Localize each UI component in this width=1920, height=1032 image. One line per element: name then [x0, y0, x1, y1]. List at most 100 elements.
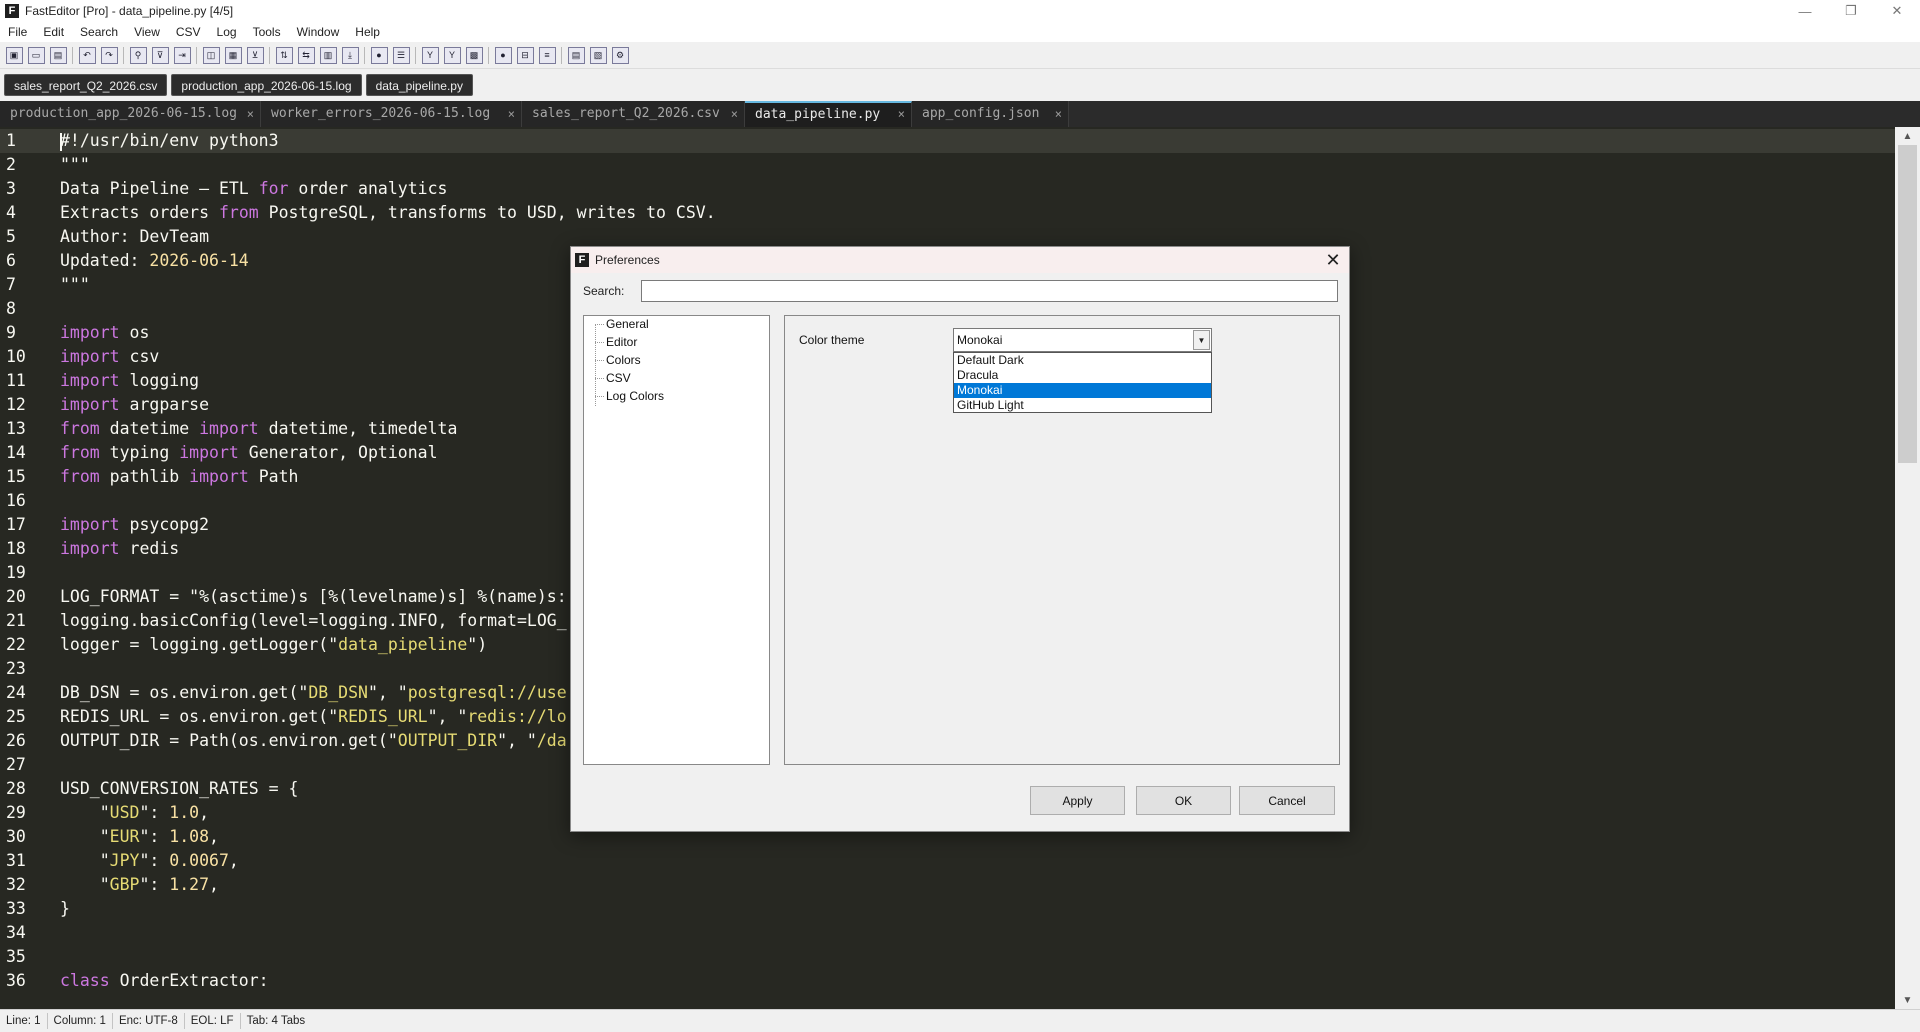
line-number: 23: [6, 659, 26, 678]
open-file-icon[interactable]: ▭: [27, 46, 45, 64]
compare-icon[interactable]: ▩: [465, 46, 483, 64]
close-window-button[interactable]: ✕: [1874, 0, 1920, 22]
table-icon[interactable]: ▦: [224, 46, 242, 64]
option-default-dark[interactable]: Default Dark: [954, 353, 1211, 368]
tree-item-colors[interactable]: Colors: [606, 352, 641, 368]
tab-production-log[interactable]: production_app_2026-06-15.log ×: [0, 101, 261, 127]
code-text: import logging: [60, 369, 199, 393]
code-token: """: [60, 275, 90, 294]
menu-tools[interactable]: Tools: [245, 22, 289, 42]
find-icon[interactable]: ⚲: [129, 46, 147, 64]
scroll-thumb[interactable]: [1898, 145, 1917, 463]
tab-close-icon[interactable]: ×: [1055, 101, 1062, 127]
split-view-icon[interactable]: ▥: [319, 46, 337, 64]
new-file-icon[interactable]: ▣: [5, 46, 23, 64]
tab-close-icon[interactable]: ×: [247, 101, 254, 127]
menu-csv[interactable]: CSV: [168, 22, 209, 42]
line-number: 19: [6, 563, 26, 582]
tree-item-editor[interactable]: Editor: [606, 334, 637, 350]
vertical-scrollbar[interactable]: ▲ ▼: [1895, 127, 1920, 1009]
tree-item-general[interactable]: General: [606, 316, 649, 332]
code-line[interactable]: 1 #!/usr/bin/env python3: [0, 129, 1895, 153]
menu-window[interactable]: Window: [289, 22, 348, 42]
menu-view[interactable]: View: [126, 22, 168, 42]
code-token: 2026-06-14: [149, 251, 249, 270]
color-theme-select[interactable]: Monokai ▼: [953, 328, 1212, 352]
menu-search[interactable]: Search: [72, 22, 126, 42]
tab-data-pipeline-py[interactable]: data_pipeline.py ×: [745, 101, 912, 127]
download-icon[interactable]: ⤓: [341, 46, 359, 64]
code-line[interactable]: 34: [0, 921, 1895, 945]
code-token: logging.basicConfig(level=logging.INFO, …: [60, 611, 567, 630]
code-text: #!/usr/bin/env python3: [60, 129, 279, 153]
record-icon[interactable]: ●: [370, 46, 388, 64]
tab-close-icon[interactable]: ×: [508, 101, 515, 127]
scroll-down-icon[interactable]: ▼: [1900, 993, 1915, 1007]
panel-icon[interactable]: ▤: [567, 46, 585, 64]
toolbar-separator: [123, 46, 124, 64]
option-github-light[interactable]: GitHub Light: [954, 398, 1211, 413]
sort-icon[interactable]: ⇅: [275, 46, 293, 64]
minimize-button[interactable]: —: [1782, 0, 1828, 22]
option-dracula[interactable]: Dracula: [954, 368, 1211, 383]
tree-item-csv[interactable]: CSV: [606, 370, 631, 386]
code-text: REDIS_URL = os.environ.get("REDIS_URL", …: [60, 705, 567, 729]
tab-close-icon[interactable]: ×: [731, 101, 738, 127]
tab-close-icon[interactable]: ×: [898, 103, 905, 126]
option-monokai[interactable]: Monokai: [954, 383, 1211, 398]
code-line[interactable]: 3 Data Pipeline — ETL for order analytics: [0, 177, 1895, 201]
wrap-icon[interactable]: ⇆: [297, 46, 315, 64]
log-filter-icon[interactable]: Y: [421, 46, 439, 64]
layout-icon[interactable]: ▧: [589, 46, 607, 64]
open-file-button[interactable]: production_app_2026-06-15.log: [171, 74, 362, 96]
tab-app-config-json[interactable]: app_config.json ×: [912, 101, 1069, 127]
cancel-button[interactable]: Cancel: [1239, 786, 1335, 815]
window-title: FastEditor [Pro] - data_pipeline.py [4/5…: [25, 4, 234, 18]
menu-edit[interactable]: Edit: [35, 22, 72, 42]
tab-worker-errors-log[interactable]: worker_errors_2026-06-15.log ×: [261, 101, 522, 127]
code-line[interactable]: 33}: [0, 897, 1895, 921]
indent-icon[interactable]: ⇥: [173, 46, 191, 64]
code-line[interactable]: 2 """: [0, 153, 1895, 177]
redo-icon[interactable]: ↷: [100, 46, 118, 64]
tab-sales-report-csv[interactable]: sales_report_Q2_2026.csv ×: [522, 101, 745, 127]
code-line[interactable]: 4 Extracts orders from PostgreSQL, transf…: [0, 201, 1895, 225]
chevron-down-icon[interactable]: ▼: [1193, 330, 1210, 350]
csv-filter-icon[interactable]: ⊻: [246, 46, 264, 64]
toolbar-separator: [561, 46, 562, 64]
maximize-button[interactable]: ❐: [1828, 0, 1874, 22]
code-token: /da: [536, 731, 567, 750]
code-line[interactable]: 35: [0, 945, 1895, 969]
undo-icon[interactable]: ↶: [78, 46, 96, 64]
code-text: import argparse: [60, 393, 209, 417]
code-token: logging: [119, 371, 200, 390]
settings-icon[interactable]: ⚙: [611, 46, 629, 64]
menu-log[interactable]: Log: [209, 22, 245, 42]
open-file-button[interactable]: sales_report_Q2_2026.csv: [4, 74, 168, 96]
stop-icon[interactable]: ●: [494, 46, 512, 64]
menu-file[interactable]: File: [0, 22, 35, 42]
tree-item-log-colors[interactable]: Log Colors: [606, 388, 664, 404]
code-line[interactable]: 36 class OrderExtractor:: [0, 969, 1895, 993]
columns-icon[interactable]: ◫: [202, 46, 220, 64]
code-line[interactable]: 31 "JPY": 0.0067,: [0, 849, 1895, 873]
code-text: from pathlib import Path: [60, 465, 298, 489]
code-line[interactable]: 32 "GBP": 1.27,: [0, 873, 1895, 897]
code-token: 1.0: [169, 803, 200, 822]
menu-help[interactable]: Help: [347, 22, 388, 42]
save-icon[interactable]: ▤: [49, 46, 67, 64]
preferences-search-input[interactable]: [641, 280, 1338, 302]
format-icon[interactable]: ≡: [538, 46, 556, 64]
scroll-up-icon[interactable]: ▲: [1900, 129, 1915, 143]
log-highlight-icon[interactable]: Y: [443, 46, 461, 64]
options-icon[interactable]: ⊟: [516, 46, 534, 64]
dialog-close-button[interactable]: ✕: [1323, 249, 1343, 271]
open-files-bar: sales_report_Q2_2026.csv production_app_…: [0, 69, 1920, 101]
apply-button[interactable]: Apply: [1030, 786, 1125, 815]
code-token: os: [119, 323, 150, 342]
filter-icon[interactable]: ⊽: [151, 46, 169, 64]
code-token: from: [60, 467, 100, 486]
ok-button[interactable]: OK: [1136, 786, 1231, 815]
open-file-button[interactable]: data_pipeline.py: [365, 74, 473, 96]
list-icon[interactable]: ☰: [392, 46, 410, 64]
